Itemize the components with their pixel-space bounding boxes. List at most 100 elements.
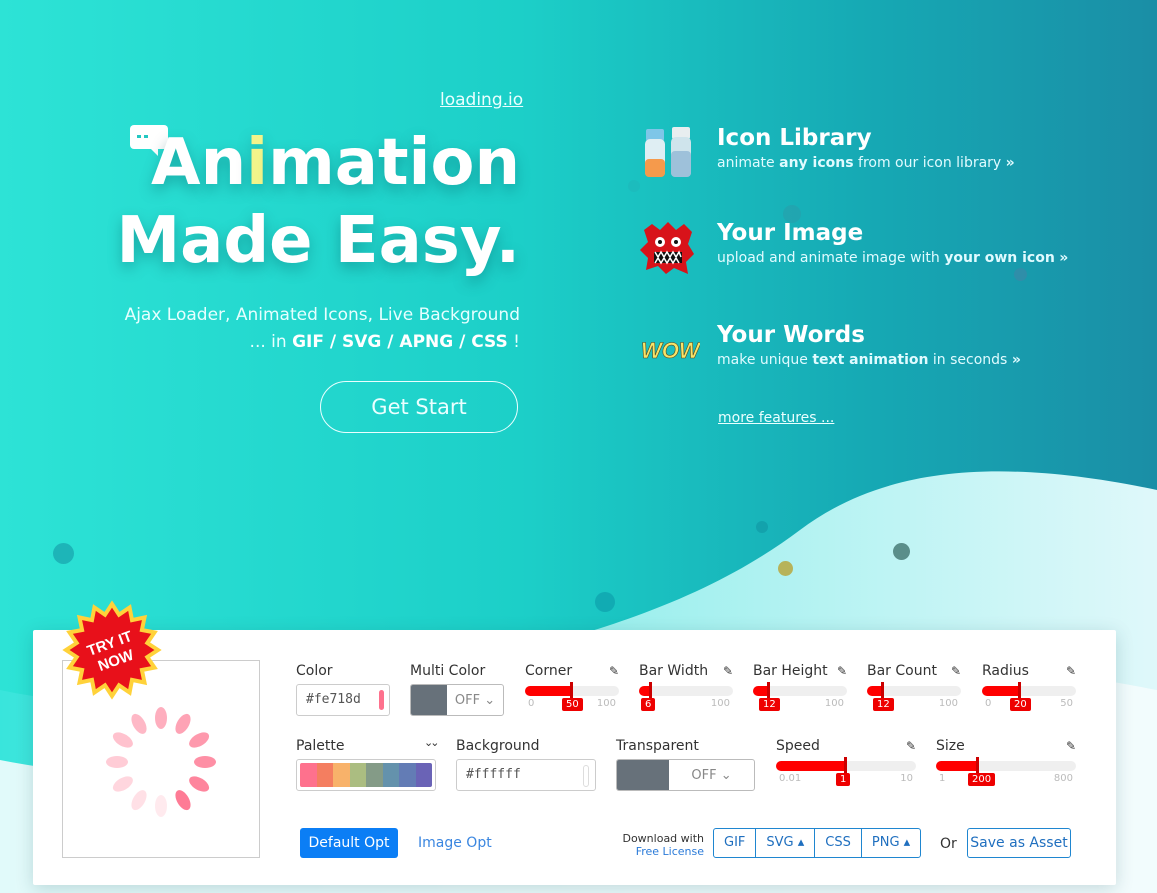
save-as-asset-button[interactable]: Save as Asset: [967, 828, 1071, 858]
spinner-bar: [112, 732, 133, 748]
transparent-label: Transparent: [616, 738, 699, 754]
palette-color: [300, 763, 317, 787]
expand-icon[interactable]: ⌄⌄: [424, 736, 440, 749]
headline-highlight: i: [246, 126, 269, 200]
slider-fill: [982, 686, 1020, 696]
feature-icon-library[interactable]: Icon Library animate any icons from our …: [640, 125, 1110, 185]
pencil-icon[interactable]: ✎: [1066, 739, 1076, 753]
pencil-icon[interactable]: ✎: [906, 739, 916, 753]
svg-button[interactable]: SVG ▴: [756, 829, 816, 857]
desc-strong: your own icon: [944, 250, 1055, 266]
slider-label: Bar Count: [867, 663, 937, 679]
slider-fill: [936, 761, 978, 771]
background-swatch[interactable]: [583, 765, 589, 787]
slider-track[interactable]: 100 6: [639, 682, 733, 711]
slider-value: 50: [562, 698, 583, 711]
slider-max: 100: [710, 698, 730, 709]
palette-color: [382, 763, 399, 787]
desc-text: in seconds: [928, 352, 1008, 368]
slider-label: Radius: [982, 663, 1029, 679]
slider-fill: [525, 686, 572, 696]
pencil-icon[interactable]: ✎: [951, 664, 961, 678]
toggle-knob: [411, 685, 447, 715]
color-swatch[interactable]: [379, 690, 384, 710]
palette-picker[interactable]: [296, 759, 436, 791]
color-input[interactable]: #fe718d: [296, 684, 390, 716]
palette-color: [366, 763, 383, 787]
palette-color: [316, 763, 333, 787]
slider-track[interactable]: 100 12: [867, 682, 961, 711]
slider-track[interactable]: 0 50 20: [982, 682, 1076, 711]
chevron-right-icon: »: [1059, 250, 1069, 266]
pencil-icon[interactable]: ✎: [1066, 664, 1076, 678]
wow-text-icon: WOW: [641, 338, 700, 364]
bg-dot: [778, 561, 793, 576]
background-input[interactable]: #ffffff: [456, 759, 596, 791]
chevron-right-icon: »: [1005, 155, 1015, 171]
desc-strong: any icons: [779, 155, 854, 171]
pencil-icon[interactable]: ✎: [723, 664, 733, 678]
monster-icon: [640, 222, 694, 274]
slider-min: 0.01: [779, 773, 802, 784]
multi-color-label: Multi Color: [410, 663, 486, 679]
palette-color: [399, 763, 416, 787]
slider-max: 50: [1060, 698, 1073, 709]
more-features-link[interactable]: more features ...: [718, 410, 834, 426]
slider-track[interactable]: 0.01 10 1: [776, 757, 916, 786]
try-it-now-badge[interactable]: TRY IT NOW: [62, 600, 162, 700]
pencil-icon[interactable]: ✎: [609, 664, 619, 678]
gif-button[interactable]: GIF: [714, 829, 757, 857]
feature-your-image[interactable]: Your Image upload and animate image with…: [640, 220, 1110, 280]
headline: Animation Made Easy.: [116, 124, 520, 280]
transparent-toggle[interactable]: OFF ⌄: [616, 759, 755, 791]
feature-title: Your Words: [717, 322, 865, 348]
free-license-link[interactable]: Free License: [612, 845, 704, 858]
slider-label: Speed: [776, 738, 820, 754]
slider-value: 12: [873, 698, 894, 711]
feature-title: Icon Library: [717, 125, 872, 151]
headline-part: An: [151, 126, 247, 200]
slider-min: 1: [939, 773, 946, 784]
slider-track[interactable]: 0 100 50: [525, 682, 619, 711]
css-button[interactable]: CSS: [815, 829, 862, 857]
bg-dot: [628, 180, 640, 192]
slider-fill: [776, 761, 846, 771]
slider-label: Size: [936, 738, 965, 754]
feature-title: Your Image: [717, 220, 864, 246]
image-opt-button[interactable]: Image Opt: [418, 835, 492, 851]
or-text: Or: [940, 836, 957, 852]
toggle-knob: [617, 760, 669, 790]
slider-value: 12: [759, 698, 780, 711]
slider-min: 0: [985, 698, 992, 709]
spinner-bar: [194, 756, 216, 768]
palette-label: Palette: [296, 738, 345, 754]
multi-color-toggle[interactable]: OFF ⌄: [410, 684, 504, 716]
toggle-state: OFF ⌄: [454, 692, 496, 708]
slider-track[interactable]: 100 12: [753, 682, 847, 711]
bg-dot: [893, 543, 910, 560]
spinner-bar: [131, 790, 147, 811]
desc-text: animate: [717, 155, 780, 171]
spinner-bar: [155, 795, 167, 817]
png-button[interactable]: PNG ▴: [862, 829, 920, 857]
background-value: #ffffff: [466, 767, 521, 782]
slider-label: Bar Height: [753, 663, 828, 679]
desc-strong: text animation: [812, 352, 929, 368]
brand-link[interactable]: loading.io: [440, 90, 523, 110]
slider-track[interactable]: 1 800 200: [936, 757, 1076, 786]
default-opt-button[interactable]: Default Opt: [300, 828, 398, 858]
slider-max: 100: [824, 698, 844, 709]
subheadline-prefix: ... in: [249, 332, 293, 352]
feature-desc: make unique text animation in seconds »: [717, 352, 1021, 368]
slider-min: 0: [528, 698, 535, 709]
pencil-icon[interactable]: ✎: [837, 664, 847, 678]
subheadline: Ajax Loader, Animated Icons, Live Backgr…: [125, 302, 520, 356]
feature-desc: upload and animate image with your own i…: [717, 250, 1068, 266]
slider-max: 10: [900, 773, 913, 784]
palette-color: [415, 763, 432, 787]
slider-label: Bar Width: [639, 663, 709, 679]
get-start-button[interactable]: Get Start: [320, 381, 518, 433]
spinner-bar: [175, 790, 191, 811]
toggle-state: OFF ⌄: [691, 767, 732, 783]
feature-your-words[interactable]: WOW Your Words make unique text animatio…: [640, 322, 1110, 382]
